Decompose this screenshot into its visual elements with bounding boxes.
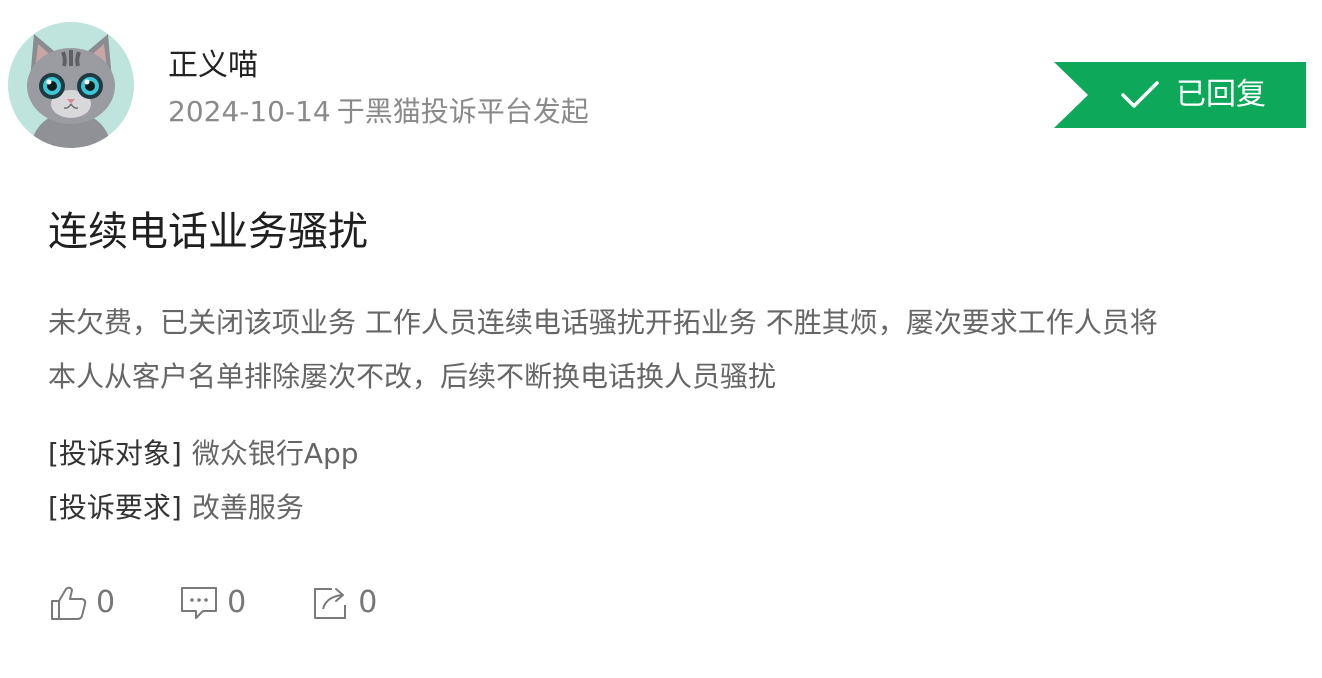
platform-text: 于黑猫投诉平台发起 xyxy=(336,95,589,128)
complaint-request-label: [投诉要求] xyxy=(48,491,182,524)
like-button[interactable]: 0 xyxy=(48,583,115,623)
status-label: 已回复 xyxy=(1176,77,1266,112)
complaint-body-line: 未欠费，已关闭该项业务 工作人员连续电话骚扰开拓业务 不胜其烦，屡次要求工作人员… xyxy=(48,306,1158,339)
complaint-target-value: 微众银行App xyxy=(191,437,359,470)
post-date: 2024-10-14 xyxy=(168,95,331,128)
share-icon xyxy=(314,588,347,619)
comment-button[interactable]: 0 xyxy=(179,583,246,623)
post-meta: 2024-10-14 于黑猫投诉平台发起 xyxy=(168,92,589,132)
comment-icon xyxy=(181,587,218,619)
complaint-target: [投诉对象] 微众银行App xyxy=(48,434,359,474)
thumbs-up-icon xyxy=(51,586,87,620)
comment-count: 0 xyxy=(227,585,247,620)
complaint-body-line: 本人从客户名单排除屡次不改，后续不断换电话换人员骚扰 xyxy=(48,360,777,393)
action-bar: 0 0 0 xyxy=(48,578,441,628)
username[interactable]: 正义喵 xyxy=(168,46,258,86)
check-icon xyxy=(1121,81,1159,108)
avatar[interactable] xyxy=(8,22,134,148)
complaint-target-label: [投诉对象] xyxy=(48,437,182,470)
share-button[interactable]: 0 xyxy=(310,583,377,623)
complaint-title[interactable]: 连续电话业务骚扰 xyxy=(48,206,368,258)
status-badge: 已回复 xyxy=(1054,62,1306,128)
complaint-request-value: 改善服务 xyxy=(191,491,304,524)
cat-avatar-icon xyxy=(8,22,134,148)
share-count: 0 xyxy=(358,585,378,620)
complaint-card: 正义喵 2024-10-14 于黑猫投诉平台发起 已回复 连续电话业务骚扰 未欠费… xyxy=(0,0,1322,678)
like-count: 0 xyxy=(96,585,116,620)
complaint-request: [投诉要求] 改善服务 xyxy=(48,488,304,528)
complaint-body: 未欠费，已关闭该项业务 工作人员连续电话骚扰开拓业务 不胜其烦，屡次要求工作人员… xyxy=(48,296,1288,404)
